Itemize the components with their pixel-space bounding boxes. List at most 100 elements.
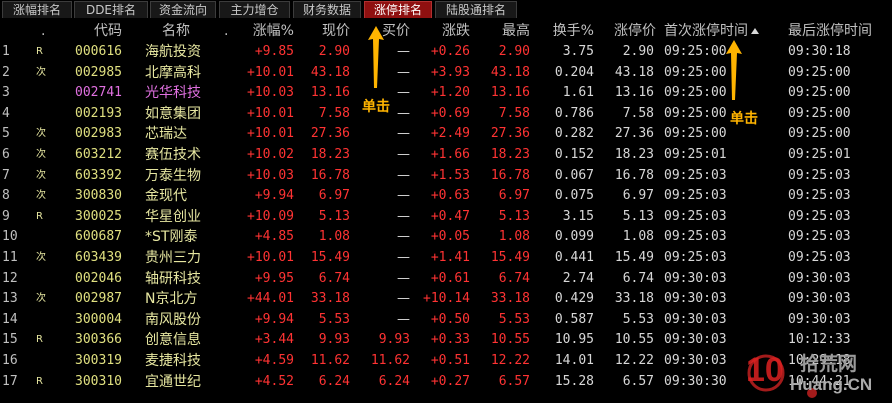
change-percent: +10.01 bbox=[247, 126, 294, 142]
stock-name: 海航投资 bbox=[145, 44, 201, 60]
first-limit-time: 09:25:03 bbox=[664, 167, 727, 183]
table-row[interactable]: 1 R 000616 海航投资 +9.85 2.90— +0.26 2.90 3.75 2.90 0… bbox=[0, 42, 892, 63]
change-percent: +9.94 bbox=[254, 188, 294, 204]
header-xianjia[interactable]: 现价 bbox=[300, 20, 350, 42]
tab-1[interactable]: DDE排名 bbox=[74, 1, 148, 18]
row-index: 15 bbox=[2, 332, 18, 348]
limit-up-price: 13.16 bbox=[614, 85, 654, 101]
table-row[interactable]: 2 次 002985 北摩高科 +10.01 43.18— +3.93 43.18 0.204 4… bbox=[0, 63, 892, 84]
last-limit-time: 09:25:00 bbox=[788, 64, 851, 80]
header-zhangdie[interactable]: 涨跌 bbox=[420, 20, 470, 42]
watermark-en: Huang.CN bbox=[790, 375, 873, 394]
turnover-rate: 0.786 bbox=[554, 105, 594, 121]
row-flag: R bbox=[36, 210, 43, 222]
change-amount: +3.93 bbox=[430, 64, 470, 80]
change-amount: +0.47 bbox=[430, 208, 470, 224]
header-first-limit-time[interactable]: 首次涨停时间 bbox=[664, 20, 782, 42]
stock-table: 1 R 000616 海航投资 +9.85 2.90 — +0.26 2.90 3.75 2.90 0… bbox=[0, 42, 892, 392]
last-limit-time: 09:25:01 bbox=[788, 146, 851, 162]
first-limit-time: 09:25:00 bbox=[664, 105, 727, 121]
turnover-rate: 0.075 bbox=[554, 188, 594, 204]
tab-4[interactable]: 财务数据 bbox=[293, 1, 361, 18]
turnover-rate: 3.75 bbox=[562, 44, 594, 59]
current-price: 7.58 bbox=[318, 105, 350, 121]
turnover-rate: 0.587 bbox=[554, 311, 594, 327]
turnover-rate: 0.099 bbox=[554, 229, 594, 245]
row-index: 14 bbox=[2, 311, 18, 327]
tab-2[interactable]: 资金流向 bbox=[150, 1, 216, 18]
annotation-arrow-up-icon bbox=[368, 26, 384, 88]
table-row[interactable]: 5 次 002983 芯瑞达 +10.01 27.36 — +2.49 27.36 0.282 27… bbox=[0, 124, 892, 145]
stock-code: 300830 bbox=[75, 188, 122, 204]
stock-code: 002985 bbox=[75, 64, 122, 80]
table-row[interactable]: 9 R 300025 华星创业 +10.09 5.13 — +0.47 5.13 3.15 5.13… bbox=[0, 207, 892, 228]
header-zhangting[interactable]: 涨停价 bbox=[600, 20, 656, 42]
change-percent: +10.09 bbox=[247, 208, 294, 224]
annotation-label-2: 单击 bbox=[730, 111, 758, 127]
current-price: 6.24 bbox=[318, 373, 350, 389]
tab-3[interactable]: 主力增仓 bbox=[219, 1, 290, 18]
stock-code: 000616 bbox=[75, 44, 122, 59]
change-percent: +4.52 bbox=[254, 373, 294, 389]
header-last-limit-time[interactable]: 最后涨停时间 bbox=[788, 20, 888, 42]
last-limit-time: 09:30:03 bbox=[788, 270, 851, 286]
high-price: 13.16 bbox=[490, 85, 530, 101]
change-amount: +0.61 bbox=[430, 270, 470, 286]
current-price: 33.18 bbox=[310, 291, 350, 307]
row-flag: 次 bbox=[36, 148, 46, 160]
table-row[interactable]: 6 次 603212 赛伍技术 +10.02 18.23 — +1.66 18.23 0.152 1… bbox=[0, 145, 892, 166]
row-flag: 次 bbox=[36, 169, 46, 181]
stock-code: 300310 bbox=[75, 373, 122, 389]
header-name[interactable]: 名称 bbox=[162, 20, 202, 42]
last-limit-time: 09:25:03 bbox=[788, 208, 851, 224]
header-huanshou[interactable]: 换手% bbox=[540, 20, 594, 42]
stock-name: 光华科技 bbox=[145, 85, 201, 102]
stock-name: 芯瑞达 bbox=[145, 126, 187, 143]
change-amount: +0.69 bbox=[430, 105, 470, 121]
current-price: 11.62 bbox=[310, 352, 350, 368]
table-row[interactable]: 7 次 603392 万泰生物 +10.03 16.78 — +1.53 16.78 0.067 1… bbox=[0, 166, 892, 187]
table-row[interactable]: 14 300004 南风股份 +9.94 5.53 — +0.50 5.53 0.587 5.53… bbox=[0, 310, 892, 331]
turnover-rate: 15.28 bbox=[554, 373, 594, 389]
table-row[interactable]: 3 002741 光华科技 +10.03 13.16— +1.20 13.16 1.61 13.… bbox=[0, 83, 892, 104]
limit-up-price: 7.58 bbox=[622, 105, 654, 121]
last-limit-time: 09:25:00 bbox=[788, 85, 851, 101]
tab-6[interactable]: 陆股通排名 bbox=[435, 1, 517, 18]
table-row[interactable]: 8 次 300830 金现代 +9.94 6.97 — +0.63 6.97 0.075 6.97 0… bbox=[0, 186, 892, 207]
row-flag: R bbox=[36, 375, 43, 387]
current-price: 9.93 bbox=[318, 332, 350, 348]
high-price: 5.53 bbox=[498, 311, 530, 327]
annotation-arrow-up-icon bbox=[726, 40, 742, 100]
header-code[interactable]: 代码 bbox=[70, 20, 122, 42]
table-row[interactable]: 11 次 603439 贵州三力 +10.01 15.49 — +1.41 15.49 0.441… bbox=[0, 248, 892, 269]
current-price: 18.23 bbox=[310, 146, 350, 162]
last-limit-time: 09:30:03 bbox=[788, 311, 851, 327]
current-price: 1.08 bbox=[318, 229, 350, 245]
table-row[interactable]: 13 次 002987 N京北方 +44.01 33.18 — +10.14 33.18 0.42… bbox=[0, 289, 892, 310]
turnover-rate: 10.95 bbox=[554, 332, 594, 348]
header-zuigao[interactable]: 最高 bbox=[480, 20, 530, 42]
row-flag bbox=[36, 104, 50, 125]
first-limit-time: 09:25:03 bbox=[664, 188, 727, 204]
row-flag: 次 bbox=[36, 251, 46, 263]
turnover-rate: 0.429 bbox=[554, 291, 594, 307]
tab-0[interactable]: 涨幅排名 bbox=[2, 1, 72, 18]
table-row[interactable]: 12 002046 轴研科技 +9.95 6.74 — +0.61 6.74 2.74 6.74 0… bbox=[0, 269, 892, 290]
last-limit-time: 09:25:00 bbox=[788, 105, 851, 121]
stock-name: 如意集团 bbox=[145, 105, 201, 122]
bid-price: — bbox=[397, 126, 410, 142]
stock-name: N京北方 bbox=[145, 291, 198, 308]
last-limit-time: 09:25:03 bbox=[788, 188, 851, 204]
stock-name: *ST刚泰 bbox=[145, 229, 198, 246]
bid-price: — bbox=[397, 249, 410, 265]
limit-up-price: 6.57 bbox=[622, 373, 654, 389]
table-row[interactable]: 4 002193 如意集团 +10.01 7.58— +0.69 7.58 0.786 7.58… bbox=[0, 104, 892, 125]
header-zhangfu[interactable]: 涨幅% bbox=[238, 20, 294, 42]
change-percent: +44.01 bbox=[247, 291, 294, 307]
header-dot2: . bbox=[224, 23, 229, 39]
tab-5[interactable]: 涨停排名 bbox=[364, 1, 432, 18]
stock-code: 002987 bbox=[75, 291, 122, 307]
table-row[interactable]: 10 600687 *ST刚泰 +4.85 1.08 — +0.05 1.08 0.099 1.0… bbox=[0, 227, 892, 248]
row-index: 5 bbox=[2, 126, 10, 142]
high-price: 16.78 bbox=[490, 167, 530, 183]
